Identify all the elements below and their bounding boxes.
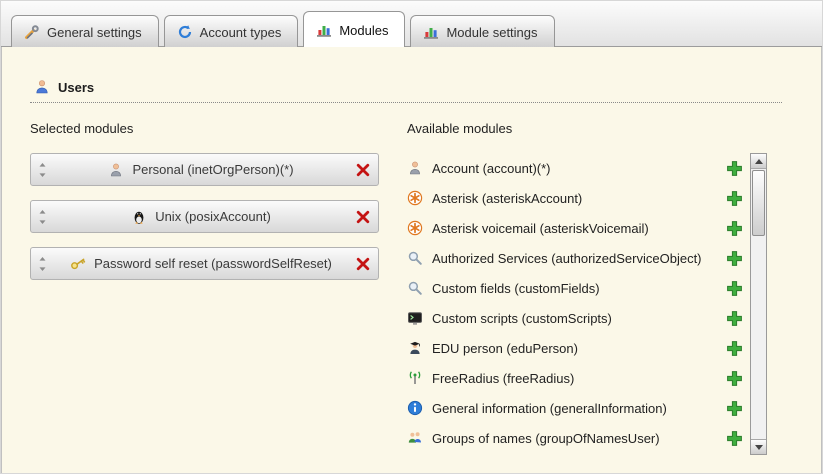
add-module-button[interactable]	[726, 160, 743, 177]
refresh-icon	[177, 24, 193, 40]
available-modules-wrap: Account (account)(*) Asterisk (asteriskAc…	[407, 153, 791, 455]
tab-general-settings[interactable]: General settings	[11, 15, 159, 47]
selected-module-content: Personal (inetOrgPerson)(*)	[47, 162, 355, 178]
selected-modules-column: Selected modules Personal (inetOrgPerson…	[30, 115, 407, 455]
key-icon	[70, 256, 86, 272]
drag-handle-icon[interactable]	[38, 162, 47, 178]
add-module-button[interactable]	[726, 220, 743, 237]
selected-module-content: Unix (posixAccount)	[47, 209, 355, 225]
available-module-row: Asterisk voicemail (asteriskVoicemail)	[407, 213, 743, 243]
available-module-label: Asterisk (asteriskAccount)	[432, 191, 717, 206]
tab-module-settings[interactable]: Module settings	[410, 15, 554, 47]
add-module-button[interactable]	[726, 400, 743, 417]
add-module-button[interactable]	[726, 340, 743, 357]
add-module-button[interactable]	[726, 430, 743, 447]
antenna-icon	[407, 370, 423, 386]
available-module-label: Account (account)(*)	[432, 161, 717, 176]
available-module-row: General information (generalInformation)	[407, 393, 743, 423]
remove-module-button[interactable]	[355, 256, 371, 272]
selected-module-row: Personal (inetOrgPerson)(*)	[30, 153, 379, 186]
user-icon	[34, 79, 50, 95]
tab-account-types[interactable]: Account types	[164, 15, 299, 47]
available-module-label: Groups of names (groupOfNamesUser)	[432, 431, 717, 446]
available-module-label: Custom fields (customFields)	[432, 281, 717, 296]
bar-chart-icon	[423, 24, 439, 40]
magnifier-icon	[407, 280, 423, 296]
magnifier-icon	[407, 250, 423, 266]
group-icon	[407, 430, 423, 446]
scroll-down-button[interactable]	[751, 439, 766, 454]
available-module-row: Asterisk (asteriskAccount)	[407, 183, 743, 213]
scroll-up-button[interactable]	[751, 154, 766, 169]
available-modules-heading: Available modules	[407, 121, 791, 136]
selected-module-label: Unix (posixAccount)	[155, 209, 271, 224]
bar-chart-icon	[316, 22, 332, 38]
selected-modules-list: Personal (inetOrgPerson)(*) Unix (posixAc…	[30, 153, 407, 280]
available-module-row: Custom scripts (customScripts)	[407, 303, 743, 333]
graduate-icon	[407, 340, 423, 356]
remove-module-button[interactable]	[355, 162, 371, 178]
selected-module-label: Personal (inetOrgPerson)(*)	[132, 162, 293, 177]
users-section-header: Users	[30, 65, 782, 103]
available-modules-scrollbar[interactable]	[750, 153, 767, 455]
selected-module-row: Unix (posixAccount)	[30, 200, 379, 233]
tab-modules[interactable]: Modules	[303, 11, 405, 47]
available-modules-column: Available modules Account (account)(*) As…	[407, 115, 791, 455]
arrow-down-icon	[755, 445, 763, 450]
available-module-row: Account (account)(*)	[407, 153, 743, 183]
tab-label: General settings	[47, 25, 142, 40]
available-module-label: EDU person (eduPerson)	[432, 341, 717, 356]
add-module-button[interactable]	[726, 370, 743, 387]
penguin-icon	[131, 209, 147, 225]
info-icon	[407, 400, 423, 416]
available-module-row: Groups of names (groupOfNamesUser)	[407, 423, 743, 453]
available-module-label: Asterisk voicemail (asteriskVoicemail)	[432, 221, 717, 236]
available-modules-list: Account (account)(*) Asterisk (asteriskAc…	[407, 153, 743, 455]
scrollbar-thumb[interactable]	[752, 170, 765, 236]
scrollbar-track[interactable]	[751, 169, 766, 439]
tab-label: Modules	[339, 23, 388, 38]
asterisk-icon	[407, 220, 423, 236]
add-module-button[interactable]	[726, 280, 743, 297]
remove-module-button[interactable]	[355, 209, 371, 225]
add-module-button[interactable]	[726, 250, 743, 267]
selected-module-row: Password self reset (passwordSelfReset)	[30, 247, 379, 280]
available-module-row: FreeRadius (freeRadius)	[407, 363, 743, 393]
add-module-button[interactable]	[726, 310, 743, 327]
wrench-icon	[24, 24, 40, 40]
add-module-button[interactable]	[726, 190, 743, 207]
arrow-up-icon	[755, 159, 763, 164]
available-module-row: Authorized Services (authorizedServiceOb…	[407, 243, 743, 273]
modules-panel: Users Selected modules Personal (inetOrg…	[1, 47, 822, 474]
available-module-label: General information (generalInformation)	[432, 401, 717, 416]
tab-bar: General settings Account types Modules Modu…	[1, 1, 822, 47]
drag-handle-icon[interactable]	[38, 256, 47, 272]
tab-label: Module settings	[446, 25, 537, 40]
terminal-icon	[407, 310, 423, 326]
person-icon	[407, 160, 423, 176]
selected-modules-heading: Selected modules	[30, 121, 407, 136]
person-icon	[108, 162, 124, 178]
asterisk-icon	[407, 190, 423, 206]
tab-label: Account types	[200, 25, 282, 40]
selected-module-content: Password self reset (passwordSelfReset)	[47, 256, 355, 272]
available-module-label: Authorized Services (authorizedServiceOb…	[432, 251, 717, 266]
section-title: Users	[58, 80, 94, 95]
selected-module-label: Password self reset (passwordSelfReset)	[94, 256, 332, 271]
module-columns: Selected modules Personal (inetOrgPerson…	[30, 115, 791, 455]
lam-configuration-window: General settings Account types Modules Modu…	[0, 0, 823, 474]
available-module-label: FreeRadius (freeRadius)	[432, 371, 717, 386]
available-module-row: EDU person (eduPerson)	[407, 333, 743, 363]
available-module-row: Custom fields (customFields)	[407, 273, 743, 303]
available-module-label: Custom scripts (customScripts)	[432, 311, 717, 326]
drag-handle-icon[interactable]	[38, 209, 47, 225]
